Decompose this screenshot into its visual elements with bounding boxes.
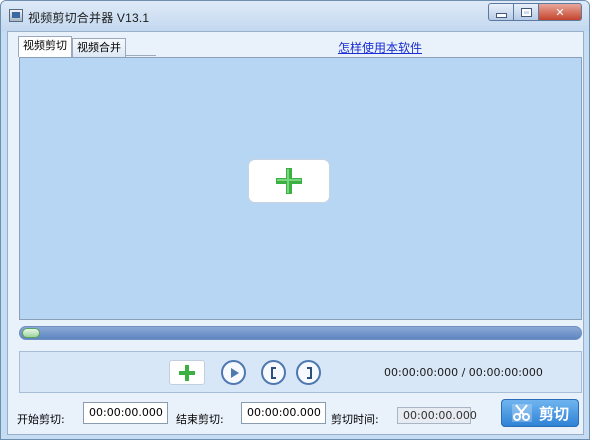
- cut-duration-label: 剪切时间:: [331, 413, 379, 426]
- add-video-center-button[interactable]: [248, 159, 330, 203]
- end-cut-time-input[interactable]: 00:00:00.000: [241, 402, 326, 424]
- close-button[interactable]: ✕: [539, 3, 582, 21]
- cut-button[interactable]: 剪切: [501, 399, 579, 427]
- mark-start-button[interactable]: [261, 360, 286, 385]
- start-cut-label: 开始剪切:: [17, 413, 65, 426]
- playback-time-readout: 00:00:00:000 / 00:00:00:000: [384, 366, 543, 379]
- green-plus-icon: [179, 364, 195, 381]
- help-link[interactable]: 怎样使用本软件: [338, 39, 422, 56]
- tab-video-cut[interactable]: 视频剪切: [18, 36, 72, 57]
- close-icon: ✕: [555, 5, 565, 19]
- start-cut-time-input[interactable]: 00:00:00.000: [83, 402, 168, 424]
- title-bar[interactable]: 视频剪切合并器 V13.1 ✕: [1, 1, 589, 31]
- video-preview-area[interactable]: [19, 57, 582, 320]
- right-bracket-icon: [306, 366, 312, 379]
- maximize-button[interactable]: [514, 3, 539, 21]
- cut-settings-row: 开始剪切: 00:00:00.000 结束剪切: 00:00:00.000 剪切…: [8, 398, 585, 434]
- play-button[interactable]: [221, 360, 246, 385]
- minimize-button[interactable]: [488, 3, 514, 21]
- app-window: 视频剪切合并器 V13.1 ✕ 视频剪切 视频合并 怎样使用本软件 00:00:…: [0, 0, 590, 440]
- mark-end-button[interactable]: [296, 360, 321, 385]
- end-cut-label: 结束剪切:: [176, 413, 224, 426]
- client-area: 视频剪切 视频合并 怎样使用本软件 00:00:00:000 / 00:00:0…: [7, 31, 584, 435]
- caption-buttons: ✕: [488, 3, 582, 21]
- minimize-icon: [495, 12, 507, 18]
- green-plus-icon: [276, 168, 302, 194]
- cut-button-label: 剪切: [538, 404, 569, 423]
- add-video-button[interactable]: [169, 360, 205, 385]
- window-title: 视频剪切合并器 V13.1: [28, 11, 150, 25]
- play-icon: [230, 367, 239, 378]
- progress-slider-handle[interactable]: [22, 328, 40, 338]
- tab-video-merge[interactable]: 视频合并: [72, 38, 126, 57]
- maximize-icon: [520, 7, 532, 17]
- playback-progress-bar[interactable]: [19, 326, 582, 340]
- left-bracket-icon: [270, 366, 276, 379]
- scissors-icon: [511, 403, 533, 423]
- cut-duration-field: 00:00:00.000: [397, 407, 477, 424]
- playback-control-bar: 00:00:00:000 / 00:00:00:000: [19, 351, 582, 393]
- film-clip-icon: [9, 9, 23, 22]
- tab-strip: 视频剪切 视频合并: [18, 36, 156, 57]
